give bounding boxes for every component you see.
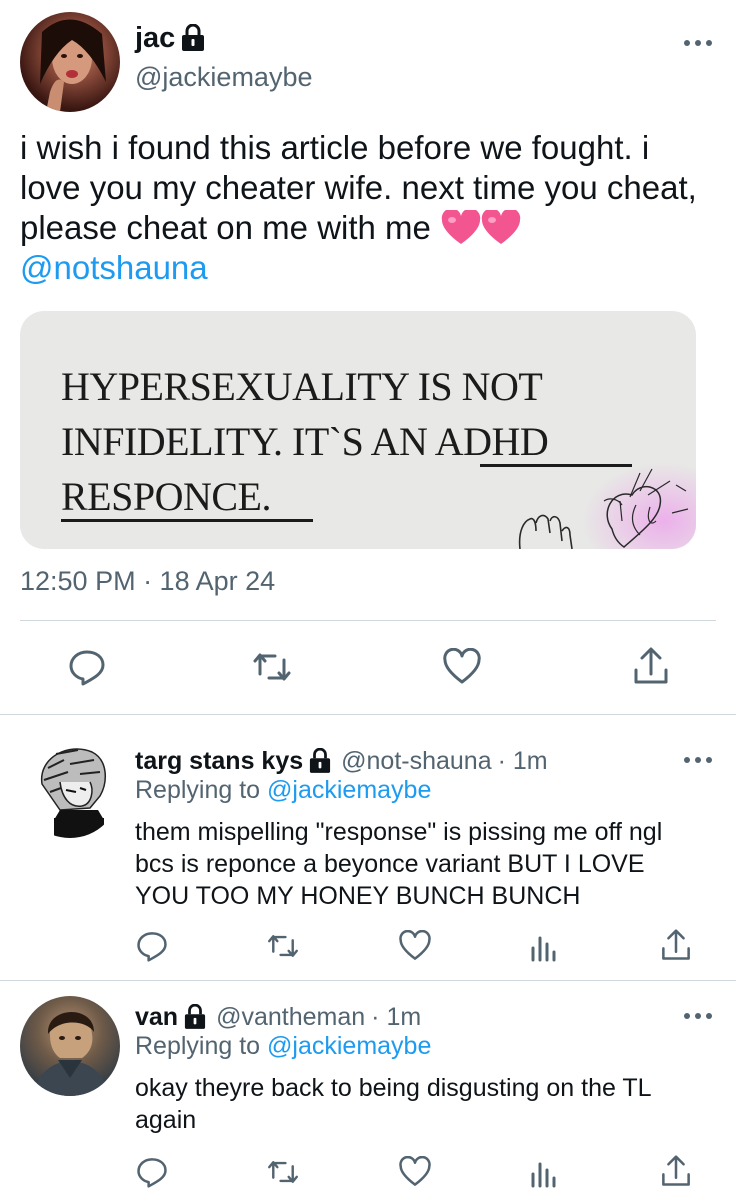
share-icon	[662, 929, 690, 960]
tweet-text-line: please cheat on me with me	[20, 209, 431, 246]
article-headline-line: INFIDELITY. IT`S AN ADHD	[61, 419, 549, 464]
like-button[interactable]	[398, 930, 432, 962]
replying-to: Replying to @jackiemaybe	[135, 1032, 431, 1061]
retweet-button[interactable]	[266, 930, 300, 962]
replying-to-label: Replying to	[135, 776, 261, 804]
share-icon	[634, 647, 668, 684]
like-button[interactable]	[442, 648, 482, 686]
display-name[interactable]: van	[135, 1003, 178, 1032]
heart-emoji-pair	[441, 210, 521, 246]
reply-text-line: bcs is reponce a beyonce variant BUT I L…	[135, 850, 645, 878]
views-button[interactable]	[528, 1156, 560, 1188]
analytics-icon	[531, 936, 556, 962]
lock-icon	[182, 24, 205, 51]
replying-to-handle[interactable]: @jackiemaybe	[267, 776, 431, 804]
retweet-button[interactable]	[251, 648, 293, 686]
avatar-image	[34, 1011, 108, 1096]
display-name[interactable]: jac	[135, 22, 175, 55]
reply-text-line: again	[135, 1106, 197, 1134]
reply-text-line: them mispelling "response" is pissing me…	[135, 818, 663, 846]
headline-underline	[61, 519, 313, 522]
like-button[interactable]	[398, 1156, 432, 1188]
analytics-icon	[531, 1162, 556, 1188]
tweet-timestamp[interactable]: 12:50 PM · 18 Apr 24	[20, 566, 275, 597]
heart-icon	[443, 648, 481, 684]
reply-time[interactable]: · 1m	[371, 1003, 421, 1032]
tweet-text: i wish i found this article before we fo…	[20, 128, 697, 288]
reply-text: okay theyre back to being disgusting on …	[135, 1072, 652, 1136]
lock-icon	[185, 1004, 206, 1029]
article-headline-line: RESPONCE.	[61, 474, 272, 519]
display-name[interactable]: targ stans kys	[135, 747, 303, 776]
retweet-button[interactable]	[266, 1156, 300, 1188]
more-dots-icon	[684, 757, 712, 763]
reply-button[interactable]	[68, 648, 106, 686]
reply-bubble-icon	[137, 1158, 167, 1188]
lock-icon	[310, 748, 331, 773]
avatar-van[interactable]	[20, 996, 120, 1096]
handle[interactable]: @vantheman	[216, 1003, 365, 1032]
tweet-text-line: love you my cheater wife. next time you …	[20, 169, 697, 206]
share-button[interactable]	[632, 646, 670, 686]
reply-time[interactable]: · 1m	[498, 747, 548, 776]
share-button[interactable]	[660, 928, 692, 962]
avatar-image	[41, 748, 106, 838]
more-dots-icon	[684, 40, 712, 46]
pink-heart-emoji-icon	[441, 210, 481, 244]
reply-text: them mispelling "response" is pissing me…	[135, 816, 662, 912]
avatar-targ[interactable]	[20, 738, 120, 838]
divider	[0, 980, 736, 981]
views-button[interactable]	[528, 930, 560, 962]
mention-link[interactable]: @notshauna	[20, 248, 697, 288]
retweet-icon	[268, 1161, 298, 1183]
heart-icon	[399, 1156, 431, 1186]
replying-to-label: Replying to	[135, 1032, 261, 1060]
tweet-text-line-with-emoji: please cheat on me with me	[20, 208, 697, 248]
reply-button[interactable]	[136, 930, 168, 962]
article-headline-line: HYPERSEXUALITY IS NOT	[61, 364, 543, 409]
pink-heart-emoji-icon	[481, 210, 521, 244]
reply-bubble-icon	[69, 650, 105, 686]
reply-button[interactable]	[136, 1156, 168, 1188]
reply-bubble-icon	[137, 932, 167, 962]
more-options-button[interactable]	[680, 1004, 716, 1028]
more-options-button[interactable]	[680, 748, 716, 772]
tweet-text-line: i wish i found this article before we fo…	[20, 129, 650, 166]
replying-to: Replying to @jackiemaybe	[135, 776, 431, 805]
handle[interactable]: @jackiemaybe	[135, 62, 312, 93]
more-dots-icon	[684, 1013, 712, 1019]
more-options-button[interactable]	[680, 28, 716, 58]
replying-to-handle[interactable]: @jackiemaybe	[267, 1032, 431, 1060]
divider	[0, 714, 736, 715]
hand-heart-sketch-icon	[518, 468, 689, 549]
avatar-jac[interactable]	[20, 12, 120, 112]
share-icon	[662, 1155, 690, 1186]
retweet-icon	[268, 935, 298, 957]
reply-text-line: okay theyre back to being disgusting on …	[135, 1074, 652, 1102]
avatar-image	[40, 19, 106, 112]
share-button[interactable]	[660, 1154, 692, 1188]
handle[interactable]: @not-shauna	[341, 747, 491, 776]
reply-text-line: YOU TOO MY HONEY BUNCH BUNCH	[135, 882, 581, 910]
divider	[20, 620, 716, 621]
retweet-icon	[253, 653, 291, 681]
article-image[interactable]: HYPERSEXUALITY IS NOT INFIDELITY. IT`S A…	[20, 311, 696, 549]
heart-icon	[399, 930, 431, 960]
